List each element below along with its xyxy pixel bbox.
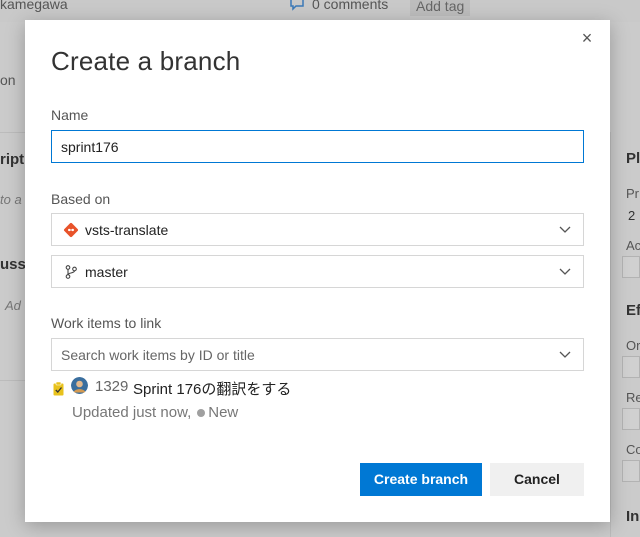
- background-add-tag: Add tag: [410, 0, 471, 16]
- close-icon[interactable]: ×: [577, 28, 597, 48]
- background-right-label-1: Pr: [626, 186, 639, 201]
- name-label: Name: [51, 107, 89, 123]
- chevron-down-icon: [559, 226, 571, 233]
- work-item-id: 1329: [95, 378, 129, 395]
- chevron-down-icon: [559, 351, 571, 358]
- branch-select[interactable]: master: [51, 255, 584, 288]
- background-right-label-5: Co: [626, 442, 640, 457]
- create-branch-dialog: × Create a branch Name Based on vsts-tra…: [25, 20, 610, 522]
- background-left-on: on: [0, 72, 16, 88]
- background-right-label-2: Ac: [626, 238, 640, 253]
- user-avatar: [71, 377, 88, 394]
- chevron-down-icon: [559, 268, 571, 275]
- create-branch-button[interactable]: Create branch: [360, 463, 482, 496]
- state-dot: [197, 408, 206, 417]
- background-left-muted-2: Ad: [5, 298, 21, 313]
- branch-value: master: [85, 264, 128, 280]
- work-item-search[interactable]: Search work items by ID or title: [51, 338, 584, 371]
- branch-icon: [65, 265, 77, 279]
- work-items-label: Work items to link: [51, 315, 162, 331]
- background-left-muted-1: to a: [0, 192, 22, 207]
- background-left-heading-1: ript: [0, 151, 25, 168]
- background-right-label-4: Re: [626, 390, 640, 405]
- based-on-label: Based on: [51, 191, 111, 207]
- background-right-heading-2: Ef: [626, 302, 640, 319]
- background-right-value-1: 2: [628, 208, 636, 223]
- repository-value: vsts-translate: [85, 222, 169, 238]
- work-item-search-placeholder: Search work items by ID or title: [61, 347, 255, 363]
- git-repo-icon: [63, 222, 79, 238]
- work-item-state: New: [208, 404, 239, 421]
- task-icon: [53, 382, 64, 396]
- background-comments: 0 comments: [312, 0, 389, 12]
- work-item-meta: Updated just now, New: [72, 404, 238, 421]
- background-right-heading-3: In: [626, 508, 640, 525]
- repository-select[interactable]: vsts-translate: [51, 213, 584, 246]
- branch-name-input[interactable]: [51, 130, 584, 163]
- dialog-title: Create a branch: [51, 46, 241, 76]
- work-item-updated: Updated just now,: [72, 404, 192, 421]
- comment-icon: [290, 0, 304, 11]
- work-item-title[interactable]: Sprint 176の翻訳をする: [133, 378, 291, 399]
- background-right-label-3: Or: [626, 338, 640, 353]
- cancel-button[interactable]: Cancel: [490, 463, 584, 496]
- background-author: kamegawa: [0, 0, 68, 12]
- linked-work-item: 1329 Sprint 176の翻訳をする: [51, 376, 551, 400]
- background-right-heading-1: Pl: [626, 150, 640, 167]
